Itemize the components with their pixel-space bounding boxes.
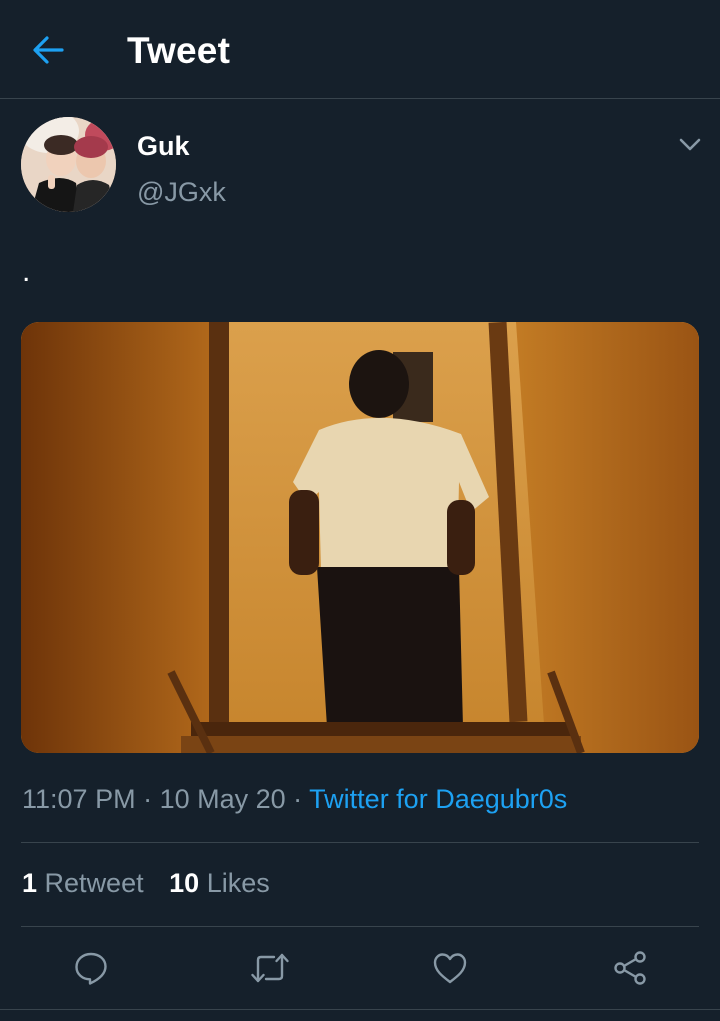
divider (0, 1009, 720, 1021)
like-button[interactable] (428, 946, 472, 990)
heart-icon (433, 953, 467, 984)
chevron-down-icon (679, 138, 701, 151)
retweets-label: Retweet (44, 868, 144, 898)
retweet-button[interactable] (248, 946, 292, 990)
tweet-text: . (22, 255, 31, 288)
tweet-source-link[interactable]: Twitter for Daegubr0s (309, 784, 567, 814)
retweet-icon (251, 953, 289, 983)
back-button[interactable] (26, 30, 70, 70)
page-title: Tweet (127, 30, 231, 71)
top-bar: Tweet (0, 0, 720, 99)
meta-separator: · (135, 784, 160, 814)
share-icon (614, 951, 646, 985)
tweet-time[interactable]: 11:07 PM (22, 784, 136, 814)
likes-label: Likes (206, 868, 270, 898)
divider (21, 842, 699, 843)
retweets-count: 1 (22, 868, 38, 898)
meta-separator: · (285, 784, 310, 814)
likes-stat[interactable]: 10 Likes (169, 868, 270, 898)
reply-bubble-icon (75, 952, 107, 985)
likes-count: 10 (169, 868, 200, 898)
tweet-media-image[interactable] (21, 322, 699, 753)
author-handle[interactable]: @JGxk (137, 177, 226, 208)
divider (21, 926, 699, 927)
avatar[interactable] (21, 117, 116, 212)
tweet-stats: 1 Retweet 10 Likes (22, 868, 270, 899)
arrow-left-icon (33, 36, 64, 64)
reply-button[interactable] (69, 946, 113, 990)
author-display-name[interactable]: Guk (137, 131, 190, 162)
media-photo (21, 322, 699, 753)
tweet-metadata: 11:07 PM · 10 May 20 · Twitter for Daegu… (22, 784, 567, 815)
more-options-button[interactable] (672, 130, 708, 160)
retweets-stat[interactable]: 1 Retweet (22, 868, 144, 898)
avatar-photo (21, 117, 116, 212)
tweet-date[interactable]: 10 May 20 (160, 784, 286, 814)
share-button[interactable] (608, 946, 652, 990)
